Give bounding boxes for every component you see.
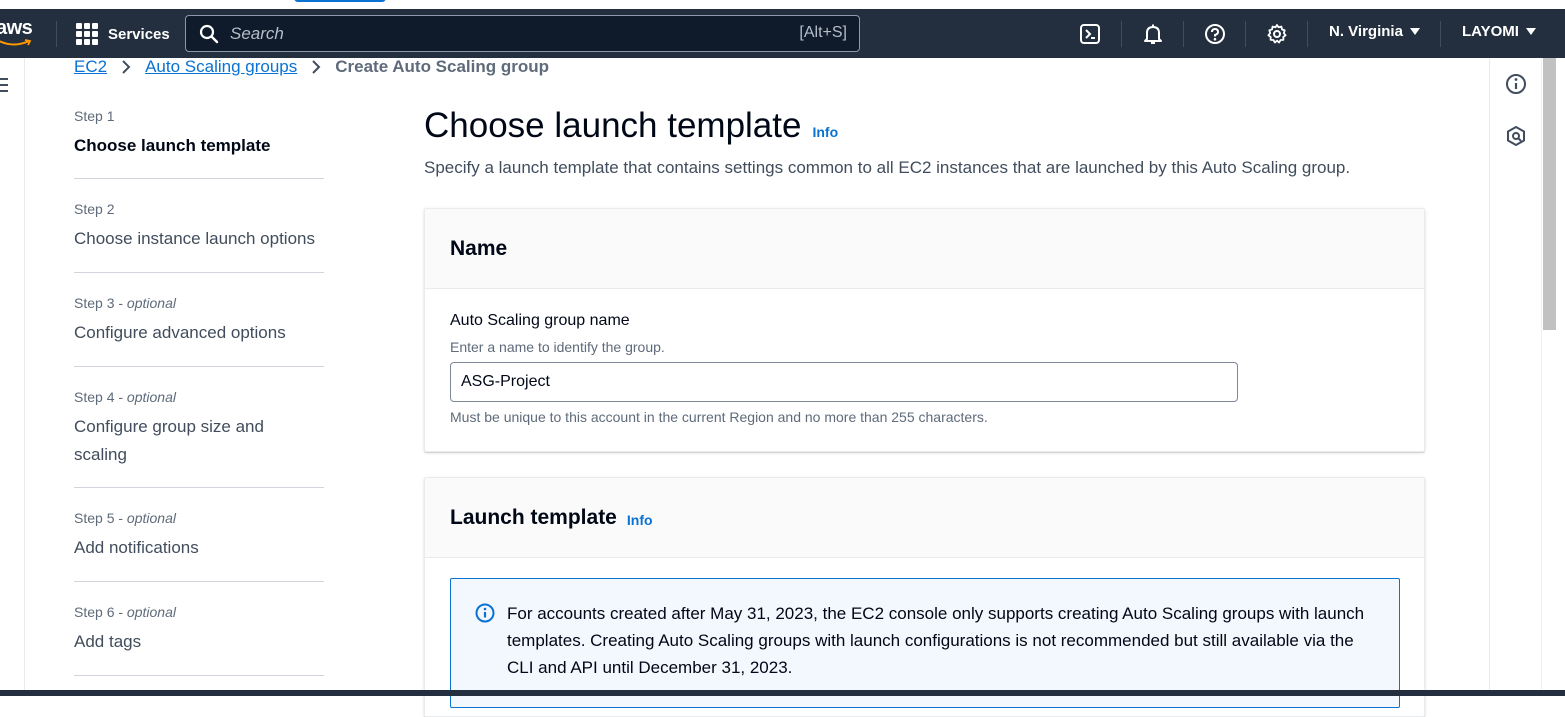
step-title: Configure group size and scaling	[74, 417, 264, 464]
search-icon	[199, 24, 219, 44]
name-container-header: Name	[425, 209, 1424, 289]
help-button[interactable]	[1201, 20, 1229, 48]
breadcrumb-ec2-link[interactable]: EC2	[74, 57, 107, 77]
smile-arrow-icon	[0, 39, 32, 46]
bottom-strip	[0, 690, 1565, 696]
region-selector[interactable]: N. Virginia	[1329, 23, 1420, 40]
wizard-step-1[interactable]: Step 1 Choose launch template	[74, 106, 324, 179]
step-number: Step 3 - optional	[74, 295, 176, 311]
menu-icon[interactable]	[0, 78, 8, 92]
notifications-button[interactable]	[1139, 20, 1167, 48]
region-label: N. Virginia	[1329, 23, 1403, 40]
cloudshell-button[interactable]	[1076, 20, 1104, 48]
name-section-heading: Name	[450, 236, 508, 260]
chevron-right-icon	[121, 60, 131, 74]
grid-icon	[76, 23, 98, 45]
launch-template-info-link[interactable]: Info	[627, 512, 653, 528]
asg-name-description: Enter a name to identify the group.	[450, 339, 665, 355]
alert-message: For accounts created after May 31, 2023,…	[507, 604, 1365, 677]
wizard-step-2[interactable]: Step 2 Choose instance launch options	[74, 179, 324, 273]
header-divider	[1121, 21, 1122, 47]
step-number: Step 5 - optional	[74, 510, 176, 526]
step-number: Step 6 - optional	[74, 604, 176, 620]
breadcrumb-current: Create Auto Scaling group	[335, 57, 550, 76]
launch-template-header: Launch template Info	[425, 478, 1424, 558]
step-number: Step 4 - optional	[74, 389, 176, 405]
info-link[interactable]: Info	[812, 124, 838, 140]
wizard-step-3[interactable]: Step 3 - optional Configure advanced opt…	[74, 273, 324, 367]
account-menu[interactable]: LAYOMI	[1462, 23, 1536, 40]
top-navigation: aws Services [Alt+S]	[0, 9, 1565, 58]
wizard-step-4[interactable]: Step 4 - optional Configure group size a…	[74, 367, 324, 488]
step-number: Step 1	[74, 108, 115, 124]
header-divider	[1245, 21, 1246, 47]
caret-down-icon	[1409, 28, 1420, 35]
caret-down-icon	[1525, 28, 1536, 35]
asg-name-constraint: Must be unique to this account in the cu…	[450, 409, 988, 425]
account-label: LAYOMI	[1462, 23, 1519, 40]
services-label: Services	[108, 25, 170, 43]
side-navigation-rail	[0, 58, 25, 696]
page-scrollbar[interactable]	[1541, 58, 1565, 696]
search-bar[interactable]: [Alt+S]	[185, 15, 860, 52]
search-shortcut-hint: [Alt+S]	[799, 24, 847, 41]
asg-name-label: Auto Scaling group name	[450, 312, 630, 329]
hexagon-icon[interactable]	[1505, 125, 1527, 147]
page-description: Specify a launch template that contains …	[424, 158, 1351, 177]
help-icon	[1205, 24, 1225, 44]
header-divider	[56, 21, 57, 47]
gear-icon	[1267, 24, 1287, 44]
header-divider	[1440, 21, 1441, 47]
settings-button[interactable]	[1263, 20, 1291, 48]
aws-logo[interactable]: aws	[0, 17, 40, 51]
tab-indicator	[294, 0, 386, 2]
breadcrumb: EC2 Auto Scaling groups Create Auto Scal…	[74, 56, 549, 78]
wizard-step-6[interactable]: Step 6 - optional Add tags	[74, 582, 324, 676]
header-divider	[1307, 21, 1308, 47]
name-container: Name Auto Scaling group name Enter a nam…	[424, 208, 1425, 452]
tools-rail	[1489, 58, 1541, 696]
step-title: Choose instance launch options	[74, 229, 315, 248]
wizard-steps: Step 1 Choose launch template Step 2 Cho…	[74, 106, 324, 676]
bell-icon	[1144, 24, 1162, 44]
cloudshell-icon	[1080, 24, 1100, 44]
chevron-right-icon	[311, 60, 321, 74]
scrollbar-thumb[interactable]	[1543, 58, 1556, 330]
step-number: Step 2	[74, 201, 115, 217]
page-title: Choose launch template Info	[424, 106, 838, 150]
page-heading: Choose launch template	[424, 106, 802, 145]
launch-template-container: Launch template Info For accounts create…	[424, 477, 1425, 717]
browser-top-strip	[0, 0, 1565, 9]
wizard-step-5[interactable]: Step 5 - optional Add notifications	[74, 488, 324, 582]
services-menu-button[interactable]: Services	[76, 22, 170, 46]
step-title: Add tags	[74, 632, 142, 651]
info-panel-icon[interactable]	[1505, 73, 1527, 95]
step-title: Add notifications	[74, 538, 199, 557]
header-divider	[1183, 21, 1184, 47]
search-input[interactable]	[230, 20, 790, 48]
step-title: Choose launch template	[74, 136, 271, 155]
info-icon	[475, 603, 495, 623]
launch-template-heading: Launch template	[450, 505, 617, 529]
info-alert: For accounts created after May 31, 2023,…	[450, 578, 1400, 708]
step-title: Configure advanced options	[74, 323, 286, 342]
asg-name-input[interactable]	[450, 362, 1238, 402]
breadcrumb-asg-link[interactable]: Auto Scaling groups	[145, 57, 297, 77]
